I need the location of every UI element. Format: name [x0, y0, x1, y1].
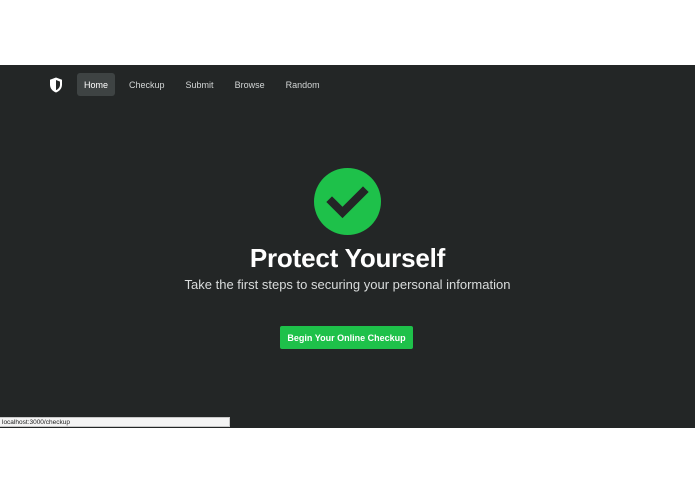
browser-viewport: Home Checkup Submit Browse Random Protec…: [0, 0, 695, 494]
shield-icon[interactable]: [49, 77, 63, 93]
check-circle-icon: [314, 168, 381, 235]
nav-item-checkup[interactable]: Checkup: [122, 73, 172, 96]
nav-item-submit[interactable]: Submit: [179, 73, 221, 96]
page-title: Protect Yourself: [249, 243, 446, 273]
browser-status-bar: localhost:3000/checkup: [0, 417, 230, 427]
page-subtitle: Take the first steps to securing your pe…: [184, 277, 511, 292]
nav-item-home[interactable]: Home: [77, 73, 116, 96]
app-root: Home Checkup Submit Browse Random Protec…: [0, 65, 695, 428]
top-navbar: Home Checkup Submit Browse Random: [0, 65, 695, 105]
begin-checkup-button[interactable]: Begin Your Online Checkup: [280, 326, 413, 349]
nav-item-browse[interactable]: Browse: [228, 73, 272, 96]
nav-menu: Home Checkup Submit Browse Random: [77, 73, 334, 96]
nav-item-random[interactable]: Random: [279, 73, 327, 96]
